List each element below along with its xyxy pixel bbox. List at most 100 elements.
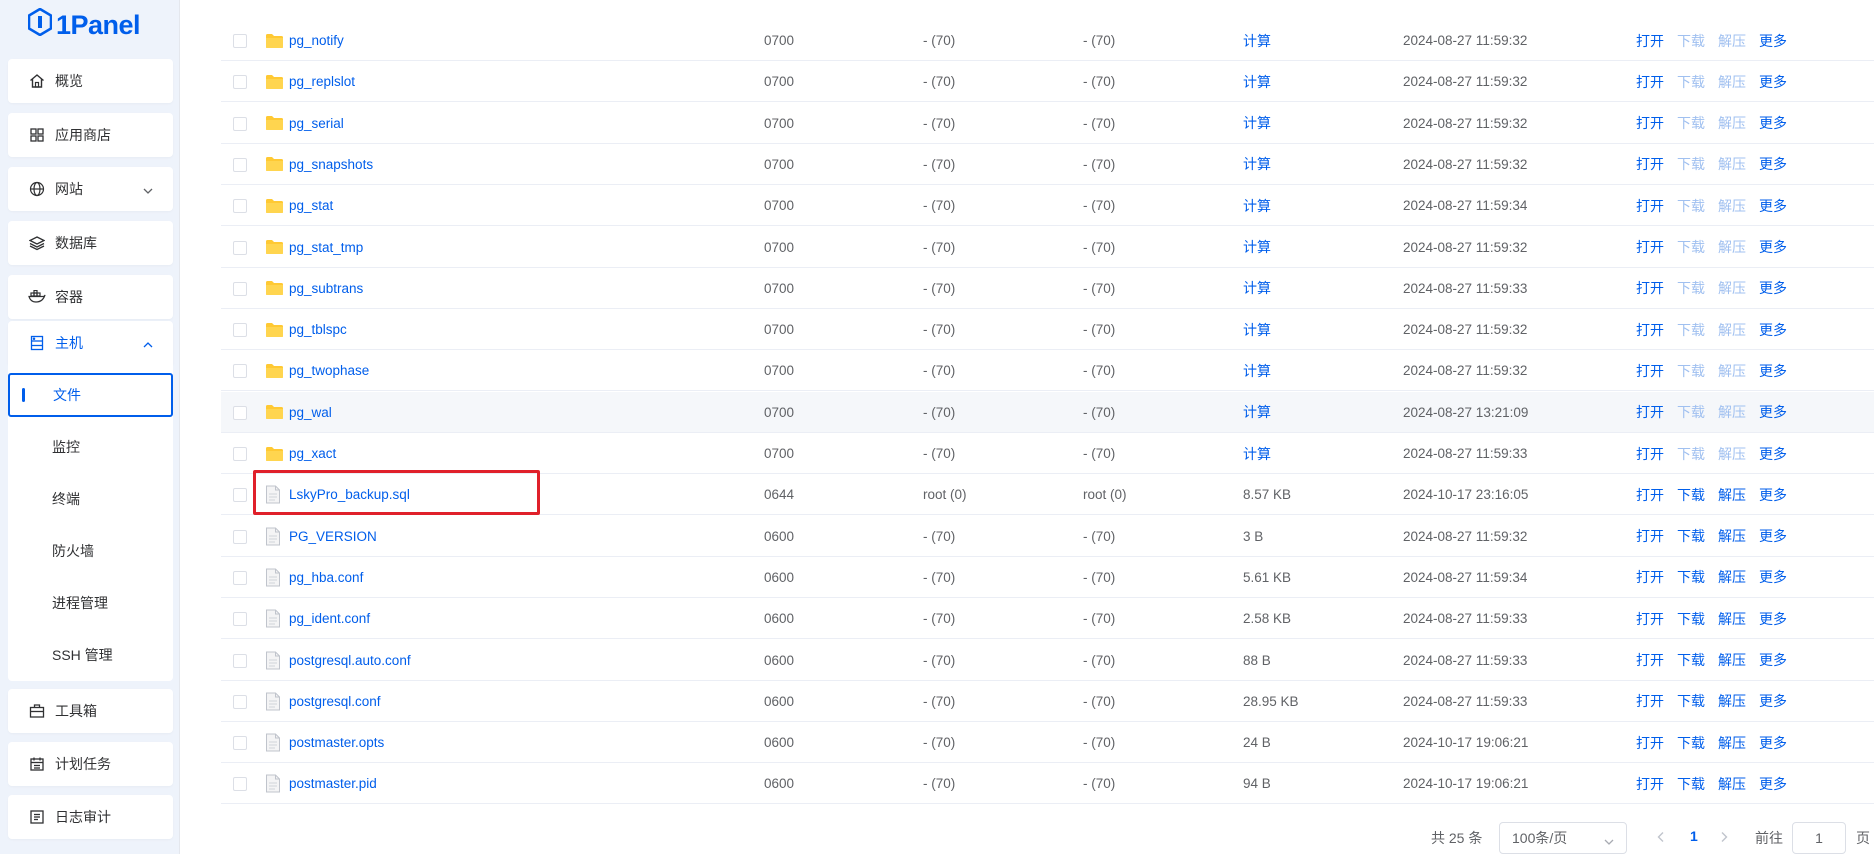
sidebar-subitem-ssh[interactable]: SSH 管理: [8, 633, 173, 677]
row-checkbox[interactable]: [233, 447, 247, 461]
extract-button[interactable]: 解压: [1718, 444, 1746, 464]
table-row[interactable]: postmaster.opts 0600 - (70) - (70) 24 B 2024-…: [221, 722, 1874, 764]
download-button[interactable]: 下载: [1677, 485, 1705, 505]
file-size[interactable]: 计算: [1243, 61, 1271, 102]
table-row[interactable]: pg_stat_tmp 0700 - (70) - (70) 计算 2024-08-27 …: [221, 227, 1874, 268]
table-row[interactable]: PG_VERSION 0600 - (70) - (70) 3 B 2024-08-27 …: [221, 516, 1874, 557]
table-row[interactable]: pg_replslot 0700 - (70) - (70) 计算 2024-08-27 …: [221, 61, 1874, 103]
extract-button[interactable]: 解压: [1718, 320, 1746, 340]
table-row[interactable]: LskyPro_backup.sql 0644 root (0) root (0) 8.…: [221, 474, 1874, 516]
download-button[interactable]: 下载: [1677, 278, 1705, 298]
file-size[interactable]: 计算: [1243, 227, 1271, 268]
download-button[interactable]: 下载: [1677, 402, 1705, 422]
download-button[interactable]: 下载: [1677, 196, 1705, 216]
extract-button[interactable]: 解压: [1718, 361, 1746, 381]
calculate-size-button[interactable]: 计算: [1243, 31, 1271, 51]
sidebar-subitem-files[interactable]: 文件: [8, 373, 173, 417]
more-button[interactable]: 更多: [1759, 31, 1787, 51]
table-row[interactable]: pg_tblspc 0700 - (70) - (70) 计算 2024-08-27 11…: [221, 309, 1874, 351]
sidebar-item-database[interactable]: 数据库: [8, 221, 173, 265]
download-button[interactable]: 下载: [1677, 320, 1705, 340]
extract-button[interactable]: 解压: [1718, 402, 1746, 422]
row-checkbox[interactable]: [233, 199, 247, 214]
extract-button[interactable]: 解压: [1718, 733, 1746, 753]
row-checkbox[interactable]: [233, 281, 247, 296]
file-name-link[interactable]: postmaster.pid: [289, 776, 377, 791]
open-button[interactable]: 打开: [1636, 444, 1664, 464]
file-size[interactable]: 计算: [1243, 103, 1271, 144]
sidebar-subitem-terminal[interactable]: 终端: [8, 477, 173, 521]
extract-button[interactable]: 解压: [1718, 485, 1746, 505]
row-checkbox[interactable]: [233, 736, 247, 751]
table-row[interactable]: postmaster.pid 0600 - (70) - (70) 94 B 2024-1…: [221, 763, 1874, 805]
table-row[interactable]: pg_wal 0700 - (70) - (70) 计算 2024-08-27 13:21…: [221, 391, 1874, 433]
download-button[interactable]: 下载: [1677, 609, 1705, 629]
extract-button[interactable]: 解压: [1718, 609, 1746, 629]
sidebar-item-overview[interactable]: 概览: [8, 59, 173, 103]
row-checkbox[interactable]: [233, 488, 247, 503]
file-name-link[interactable]: PG_VERSION: [289, 529, 377, 544]
extract-button[interactable]: 解压: [1718, 650, 1746, 670]
download-button[interactable]: 下载: [1677, 154, 1705, 174]
download-button[interactable]: 下载: [1677, 691, 1705, 711]
file-name-link[interactable]: pg_subtrans: [289, 281, 363, 296]
calculate-size-button[interactable]: 计算: [1243, 237, 1271, 257]
more-button[interactable]: 更多: [1759, 444, 1787, 464]
extract-button[interactable]: 解压: [1718, 237, 1746, 257]
row-checkbox[interactable]: [233, 364, 247, 379]
row-checkbox[interactable]: [233, 323, 247, 338]
sidebar-subitem-monitor[interactable]: 监控: [8, 425, 173, 469]
open-button[interactable]: 打开: [1636, 196, 1664, 216]
open-button[interactable]: 打开: [1636, 774, 1664, 794]
row-checkbox[interactable]: [233, 570, 247, 585]
table-row[interactable]: pg_xact 0700 - (70) - (70) 计算 2024-08-27 11:5…: [221, 433, 1874, 474]
goto-page-input[interactable]: 1: [1792, 822, 1846, 854]
extract-button[interactable]: 解压: [1718, 526, 1746, 546]
calculate-size-button[interactable]: 计算: [1243, 402, 1271, 422]
open-button[interactable]: 打开: [1636, 402, 1664, 422]
open-button[interactable]: 打开: [1636, 361, 1664, 381]
file-name-link[interactable]: postgresql.auto.conf: [289, 653, 411, 668]
row-checkbox[interactable]: [233, 157, 247, 172]
extract-button[interactable]: 解压: [1718, 72, 1746, 92]
download-button[interactable]: 下载: [1677, 113, 1705, 133]
prev-page-button[interactable]: [1655, 831, 1667, 843]
more-button[interactable]: 更多: [1759, 320, 1787, 340]
calculate-size-button[interactable]: 计算: [1243, 196, 1271, 216]
open-button[interactable]: 打开: [1636, 485, 1664, 505]
file-size[interactable]: 计算: [1243, 185, 1271, 226]
sidebar-subitem-process[interactable]: 进程管理: [8, 581, 173, 625]
extract-button[interactable]: 解压: [1718, 154, 1746, 174]
row-checkbox[interactable]: [233, 694, 247, 709]
file-name-link[interactable]: postgresql.conf: [289, 694, 381, 709]
sidebar-subitem-firewall[interactable]: 防火墙: [8, 529, 173, 573]
calculate-size-button[interactable]: 计算: [1243, 444, 1271, 464]
more-button[interactable]: 更多: [1759, 154, 1787, 174]
more-button[interactable]: 更多: [1759, 609, 1787, 629]
download-button[interactable]: 下载: [1677, 526, 1705, 546]
open-button[interactable]: 打开: [1636, 113, 1664, 133]
open-button[interactable]: 打开: [1636, 650, 1664, 670]
file-name-link[interactable]: pg_stat: [289, 198, 333, 213]
calculate-size-button[interactable]: 计算: [1243, 154, 1271, 174]
file-size[interactable]: 计算: [1243, 144, 1271, 185]
file-name-link[interactable]: pg_replslot: [289, 74, 355, 89]
row-checkbox[interactable]: [233, 116, 247, 131]
sidebar-item-app-store[interactable]: 应用商店: [8, 113, 173, 157]
row-checkbox[interactable]: [233, 405, 247, 420]
more-button[interactable]: 更多: [1759, 485, 1787, 505]
download-button[interactable]: 下载: [1677, 444, 1705, 464]
file-size[interactable]: 计算: [1243, 20, 1271, 61]
sidebar-item-container[interactable]: 容器: [8, 275, 173, 319]
more-button[interactable]: 更多: [1759, 113, 1787, 133]
row-checkbox[interactable]: [233, 240, 247, 255]
download-button[interactable]: 下载: [1677, 237, 1705, 257]
more-button[interactable]: 更多: [1759, 774, 1787, 794]
brand-logo[interactable]: 1Panel: [0, 0, 179, 50]
file-name-link[interactable]: pg_wal: [289, 405, 332, 420]
calculate-size-button[interactable]: 计算: [1243, 320, 1271, 340]
file-size[interactable]: 计算: [1243, 350, 1271, 391]
table-row[interactable]: postgresql.conf 0600 - (70) - (70) 28.95 KB 2…: [221, 681, 1874, 722]
next-page-button[interactable]: [1718, 831, 1730, 843]
more-button[interactable]: 更多: [1759, 72, 1787, 92]
